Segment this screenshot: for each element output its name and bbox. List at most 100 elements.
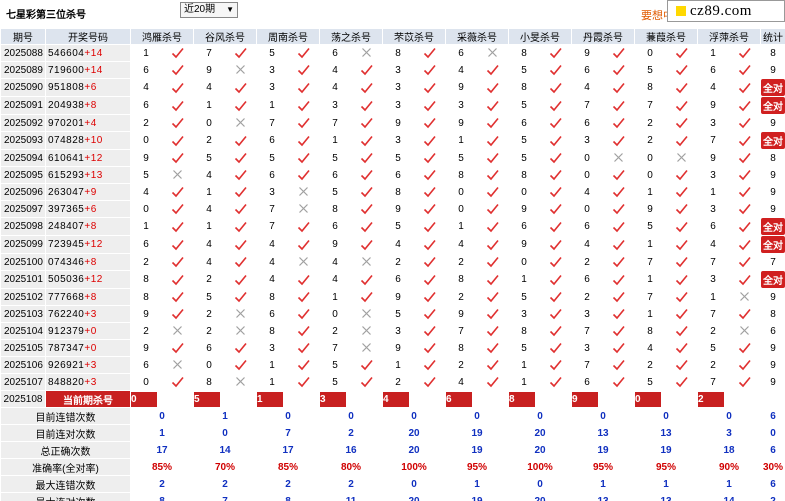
summary-value: 19 xyxy=(634,441,698,459)
pick-number: 6 xyxy=(571,373,603,391)
issue-cell: 2025088 xyxy=(0,44,46,62)
result-mark xyxy=(539,217,572,236)
open-digits: 926921 xyxy=(48,359,85,371)
result-mark xyxy=(476,305,509,323)
open-digits: 610641 xyxy=(48,152,85,164)
summary-value: 1 xyxy=(445,475,509,493)
summary-value: 0 xyxy=(193,424,257,442)
result-mark xyxy=(287,61,320,79)
pick-number: 4 xyxy=(382,235,414,254)
pick-number: 9 xyxy=(445,78,477,97)
pick-number: 8 xyxy=(256,322,288,340)
result-mark xyxy=(413,131,446,150)
summary-label: 总正确次数 xyxy=(0,441,131,459)
summary-value: 19 xyxy=(445,441,509,459)
check-icon xyxy=(486,376,499,388)
check-icon xyxy=(423,100,436,111)
pick-number: 5 xyxy=(256,149,288,167)
pick-number: 4 xyxy=(634,339,666,357)
pick-number: 7 xyxy=(634,288,666,306)
check-icon xyxy=(486,221,499,232)
current-pick-cell: 4 xyxy=(382,390,446,408)
pick-number: 1 xyxy=(445,217,477,236)
check-icon xyxy=(360,291,373,303)
summary-value: 1 xyxy=(571,475,635,493)
pick-number: 4 xyxy=(319,61,351,79)
stat-cell: 9 xyxy=(760,114,785,132)
check-icon xyxy=(675,117,688,129)
summary-value: 2 xyxy=(193,475,257,493)
check-icon xyxy=(234,82,247,93)
summary-value: 0 xyxy=(508,407,572,425)
check-icon xyxy=(171,342,184,354)
open-number-cell: 926921+3 xyxy=(45,356,131,374)
summary-value: 20 xyxy=(508,441,572,459)
check-icon xyxy=(234,135,247,146)
check-icon xyxy=(549,64,562,76)
result-mark xyxy=(413,235,446,254)
result-mark xyxy=(665,200,698,218)
check-icon xyxy=(549,221,562,232)
pick-number: 6 xyxy=(382,270,414,289)
cross-icon xyxy=(299,187,308,197)
check-icon xyxy=(486,308,499,320)
check-icon xyxy=(297,82,310,93)
pick-number: 7 xyxy=(319,339,351,357)
pick-number: 8 xyxy=(508,44,540,62)
pick-number: 7 xyxy=(571,322,603,340)
result-mark xyxy=(602,253,635,271)
result-mark xyxy=(539,166,572,184)
result-mark xyxy=(224,183,257,201)
check-icon xyxy=(675,221,688,232)
result-mark xyxy=(350,183,383,201)
summary-value: 8 xyxy=(256,492,320,501)
open-number-cell: 777668+8 xyxy=(45,288,131,306)
kill-number-table: 期号 开奖号码 鸿雁杀号 谷风杀号 周南杀号 荡之杀号 芣苡杀号 采薇杀号 小旻杀号 丹霞杀号 蒹葭… xyxy=(0,28,785,501)
check-icon xyxy=(612,82,625,93)
pick-number: 9 xyxy=(697,149,729,167)
result-mark xyxy=(539,339,572,357)
pick-number: 5 xyxy=(319,356,351,374)
pick-number: 3 xyxy=(382,61,414,79)
result-mark xyxy=(728,96,761,115)
table-row: 2025107 848820+3 0 8 1 5 2 4 1 6 5 7 9 xyxy=(0,373,785,391)
check-icon xyxy=(423,169,436,181)
check-icon xyxy=(423,186,436,198)
pick-number: 1 xyxy=(508,356,540,374)
pick-number: 5 xyxy=(697,339,729,357)
check-icon xyxy=(738,239,751,250)
check-icon xyxy=(486,359,499,371)
pick-number: 0 xyxy=(130,373,162,391)
table-row: 2025106 926921+3 6 0 1 5 1 2 1 7 2 2 9 xyxy=(0,356,785,374)
check-icon xyxy=(486,291,499,303)
summary-value: 3 xyxy=(697,424,761,442)
summary-row: 准确率(全对率) 85% 70% 85% 80% 100% 95% 100% 95% 95% 90%… xyxy=(0,458,785,476)
cross-icon xyxy=(236,326,245,336)
period-select[interactable]: 近20期 ▼ xyxy=(180,2,238,18)
result-mark xyxy=(728,253,761,271)
pick-number: 9 xyxy=(571,44,603,62)
check-icon xyxy=(171,47,184,59)
brand-badge[interactable]: cz89.com xyxy=(667,0,785,22)
issue-cell: 2025104 xyxy=(0,322,46,340)
result-mark xyxy=(602,96,635,115)
pick-number: 4 xyxy=(256,270,288,289)
pick-number: 0 xyxy=(571,200,603,218)
result-mark xyxy=(476,44,509,62)
issue-cell: 2025105 xyxy=(0,339,46,357)
result-mark xyxy=(350,200,383,218)
result-mark xyxy=(161,270,194,289)
check-icon xyxy=(486,82,499,93)
result-mark xyxy=(161,305,194,323)
pick-number: 7 xyxy=(634,253,666,271)
check-icon xyxy=(675,239,688,250)
pick-number: 3 xyxy=(571,305,603,323)
summary-label: 最大连错次数 xyxy=(0,475,131,493)
result-mark xyxy=(728,61,761,79)
result-mark xyxy=(602,288,635,306)
result-mark xyxy=(224,61,257,79)
pick-number: 8 xyxy=(634,78,666,97)
result-mark xyxy=(224,217,257,236)
pick-number: 5 xyxy=(193,149,225,167)
cross-icon xyxy=(488,48,497,58)
